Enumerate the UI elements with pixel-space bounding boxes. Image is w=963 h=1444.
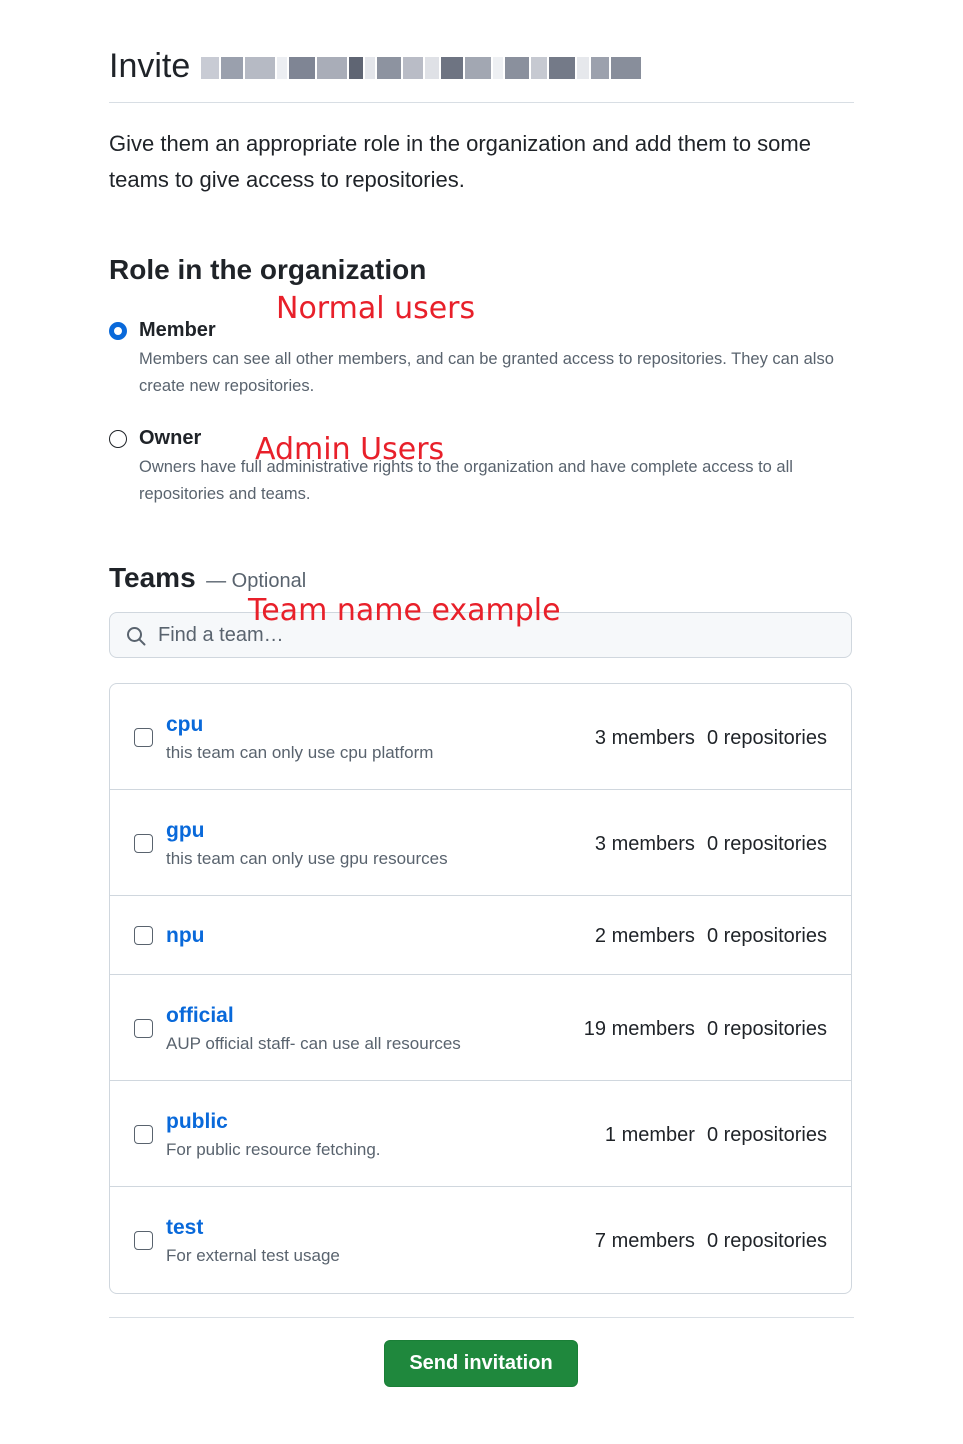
team-member-count: 2 members (594, 925, 695, 947)
team-repo-count: 0 repositories (706, 1018, 827, 1040)
team-repo-count: 0 repositories (706, 833, 827, 855)
team-name-link[interactable]: test (166, 1215, 203, 1241)
team-description: For public resource fetching. (166, 1140, 381, 1159)
team-description: this team can only use cpu platform (166, 743, 434, 762)
teams-section-title: Teams — Optional (109, 562, 306, 594)
team-member-count: 3 members (594, 833, 695, 855)
annotation-member: Normal users (276, 291, 476, 326)
team-row[interactable]: gpu this team can only use gpu resources… (110, 790, 851, 896)
role-member-description: Members can see all other members, and c… (139, 350, 834, 395)
team-repo-count: 0 repositories (706, 727, 827, 749)
team-checkbox[interactable] (134, 926, 153, 945)
team-repo-count: 0 repositories (706, 1230, 827, 1252)
team-name-link[interactable]: cpu (166, 712, 203, 738)
owner-radio[interactable] (109, 430, 127, 448)
teams-title: Teams (109, 562, 196, 593)
role-member[interactable]: Member Members can see all other members… (109, 319, 854, 400)
team-description: For external test usage (166, 1246, 340, 1265)
team-member-count: 1 member (604, 1124, 695, 1146)
team-repo-count: 0 repositories (706, 1124, 827, 1146)
team-member-count: 19 members (583, 1018, 695, 1040)
team-stats: 3 members 0 repositories (595, 831, 827, 857)
role-section-title: Role in the organization (109, 254, 427, 285)
team-checkbox[interactable] (134, 1125, 153, 1144)
team-member-count: 3 members (594, 727, 695, 749)
team-row[interactable]: official AUP official staff- can use all… (110, 975, 851, 1081)
team-description: AUP official staff- can use all resource… (166, 1034, 461, 1053)
redacted-username (201, 48, 801, 88)
role-owner-description: Owners have full administrative rights t… (139, 458, 793, 503)
send-invitation-button[interactable]: Send invitation (384, 1340, 578, 1387)
team-repo-count: 0 repositories (706, 925, 827, 947)
role-owner-label[interactable]: Owner (139, 424, 201, 452)
page-header: Invite (109, 40, 854, 103)
team-row[interactable]: npu 2 members 0 repositories (110, 896, 851, 975)
team-stats: 19 members 0 repositories (584, 1016, 827, 1042)
member-radio[interactable] (109, 322, 127, 340)
annotation-teams: Team name example (248, 593, 561, 628)
annotation-owner: Admin Users (255, 432, 445, 467)
page-title: Invite (109, 47, 191, 85)
team-name-link[interactable]: public (166, 1109, 228, 1135)
team-stats: 2 members 0 repositories (595, 923, 827, 949)
team-stats: 1 member 0 repositories (605, 1122, 827, 1148)
intro-text: Give them an appropriate role in the org… (109, 131, 811, 192)
team-checkbox[interactable] (134, 1019, 153, 1038)
role-member-label[interactable]: Member (139, 316, 216, 344)
search-icon (127, 627, 146, 646)
role-owner[interactable]: Owner Owners have full administrative ri… (109, 427, 854, 508)
team-row[interactable]: cpu this team can only use cpu platform … (110, 684, 851, 790)
teams-optional-label: — Optional (206, 570, 307, 592)
team-member-count: 7 members (594, 1230, 695, 1252)
team-name-link[interactable]: gpu (166, 818, 204, 844)
footer-divider (109, 1317, 854, 1318)
team-stats: 3 members 0 repositories (595, 725, 827, 751)
team-row[interactable]: test For external test usage 7 members 0 … (110, 1187, 851, 1293)
team-name-link[interactable]: official (166, 1003, 234, 1029)
team-description: this team can only use gpu resources (166, 849, 448, 868)
team-checkbox[interactable] (134, 834, 153, 853)
team-checkbox[interactable] (134, 728, 153, 747)
team-name-link[interactable]: npu (166, 923, 204, 949)
team-checkbox[interactable] (134, 1231, 153, 1250)
team-stats: 7 members 0 repositories (595, 1228, 827, 1254)
team-list: cpu this team can only use cpu platform … (109, 683, 852, 1294)
team-row[interactable]: public For public resource fetching. 1 m… (110, 1081, 851, 1187)
